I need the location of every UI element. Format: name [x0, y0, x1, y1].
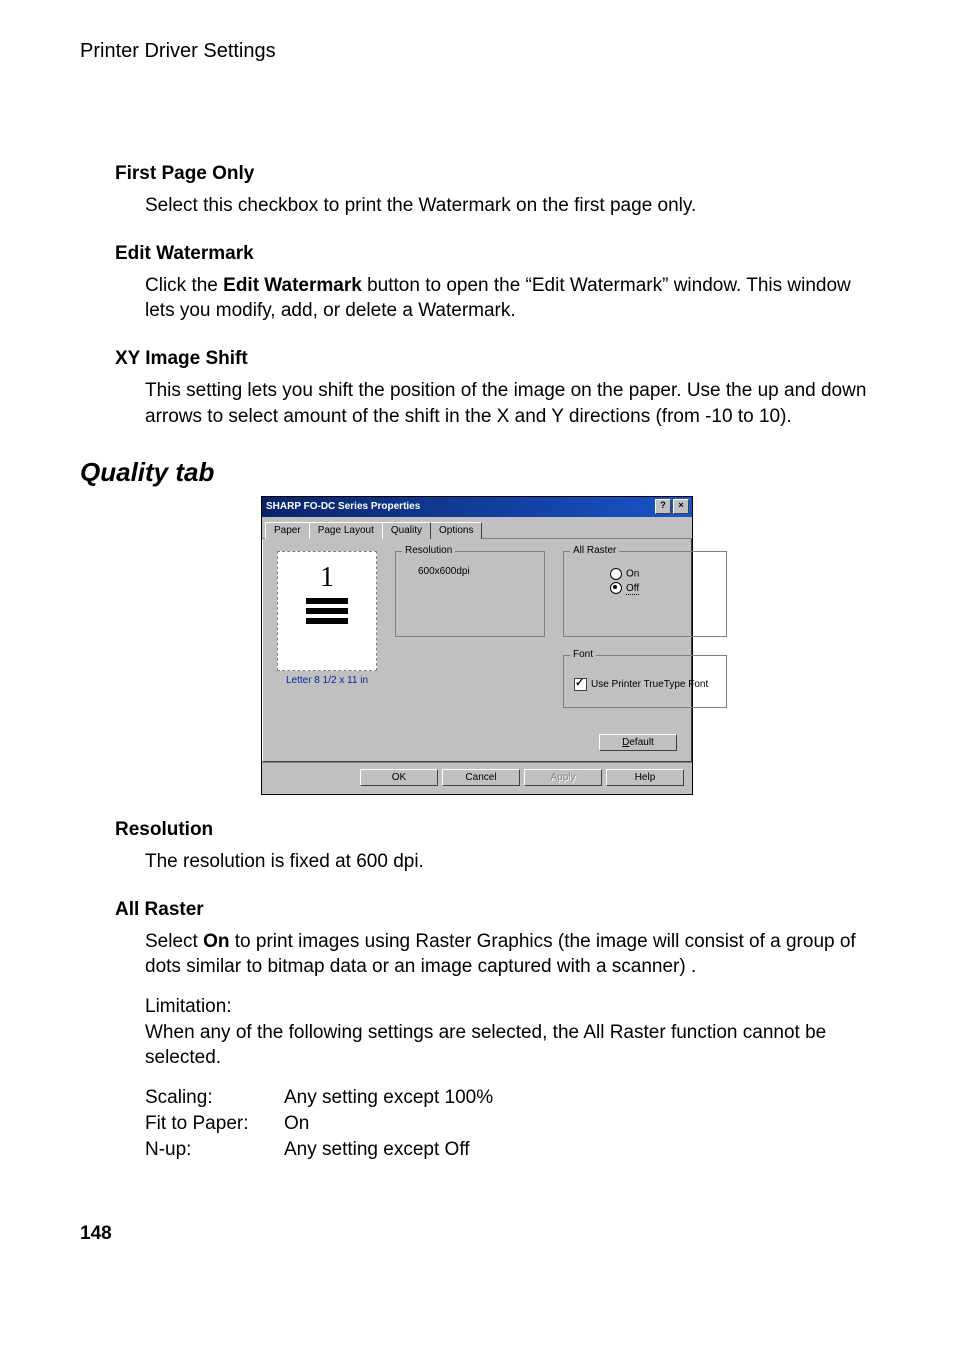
dialog-title: SHARP FO-DC Series Properties	[266, 501, 653, 512]
printer-truetype-checkbox[interactable]	[574, 678, 587, 691]
tab-strip: Paper Page Layout Quality Options	[262, 517, 692, 539]
dialog-button-row: OK Cancel Apply Help	[262, 762, 692, 794]
xy-image-shift-heading: XY Image Shift	[115, 348, 874, 370]
all-raster-on-label: On	[626, 569, 639, 580]
cell-value: Any setting except 100%	[284, 1085, 497, 1111]
all-raster-on-radio[interactable]	[610, 568, 622, 580]
tab-body: 1 Letter 8 1/2 x 11 in 600x600dpi	[262, 539, 692, 762]
all-raster-group: On Off	[563, 551, 727, 637]
preview-bar	[306, 618, 348, 624]
resolution-group: 600x600dpi	[395, 551, 545, 637]
limitation-table: Scaling: Any setting except 100% Fit to …	[145, 1085, 497, 1163]
table-row: N-up: Any setting except Off	[145, 1137, 497, 1163]
table-row: Scaling: Any setting except 100%	[145, 1085, 497, 1111]
apply-button[interactable]: Apply	[524, 769, 602, 786]
edit-watermark-heading: Edit Watermark	[115, 243, 874, 265]
default-button[interactable]: Default	[599, 734, 677, 751]
edit-watermark-body: Click the Edit Watermark button to open …	[145, 273, 874, 324]
titlebar-close-button[interactable]: ×	[673, 499, 689, 514]
resolution-heading: Resolution	[115, 819, 874, 841]
properties-dialog: SHARP FO-DC Series Properties ? × Paper …	[261, 496, 693, 795]
cancel-button[interactable]: Cancel	[442, 769, 520, 786]
titlebar-help-button[interactable]: ?	[655, 499, 671, 514]
all-raster-off-label: Off	[626, 583, 639, 595]
cell-label: N-up:	[145, 1137, 284, 1163]
running-head: Printer Driver Settings	[80, 40, 874, 63]
all-raster-heading: All Raster	[115, 899, 874, 921]
preview-bar	[306, 598, 348, 604]
resolution-body: The resolution is fixed at 600 dpi.	[145, 849, 874, 875]
preview-caption: Letter 8 1/2 x 11 in	[277, 675, 377, 686]
tab-page-layout[interactable]: Page Layout	[309, 522, 383, 539]
preview-bar	[306, 608, 348, 614]
printer-truetype-label: Use Printer TrueType Font	[591, 679, 708, 690]
tab-options[interactable]: Options	[430, 522, 482, 539]
quality-tab-heading: Quality tab	[80, 457, 874, 488]
cell-label: Scaling:	[145, 1085, 284, 1111]
page-preview: 1	[277, 551, 377, 671]
ok-button[interactable]: OK	[360, 769, 438, 786]
cell-value: Any setting except Off	[284, 1137, 497, 1163]
page-number: 148	[80, 1223, 874, 1245]
resolution-value: 600x600dpi	[406, 566, 534, 577]
all-raster-body: Select On to print images using Raster G…	[145, 929, 874, 1071]
font-group: Use Printer TrueType Font	[563, 655, 727, 708]
xy-image-shift-body: This setting lets you shift the position…	[145, 378, 874, 429]
help-button[interactable]: Help	[606, 769, 684, 786]
tab-paper[interactable]: Paper	[265, 522, 310, 539]
table-row: Fit to Paper: On	[145, 1111, 497, 1137]
first-page-only-heading: First Page Only	[115, 163, 874, 185]
preview-number: 1	[320, 562, 334, 594]
all-raster-off-radio[interactable]	[610, 582, 622, 594]
tab-quality[interactable]: Quality	[382, 522, 431, 539]
dialog-titlebar: SHARP FO-DC Series Properties ? ×	[262, 497, 692, 517]
first-page-only-body: Select this checkbox to print the Waterm…	[145, 193, 874, 219]
cell-label: Fit to Paper:	[145, 1111, 284, 1137]
cell-value: On	[284, 1111, 497, 1137]
